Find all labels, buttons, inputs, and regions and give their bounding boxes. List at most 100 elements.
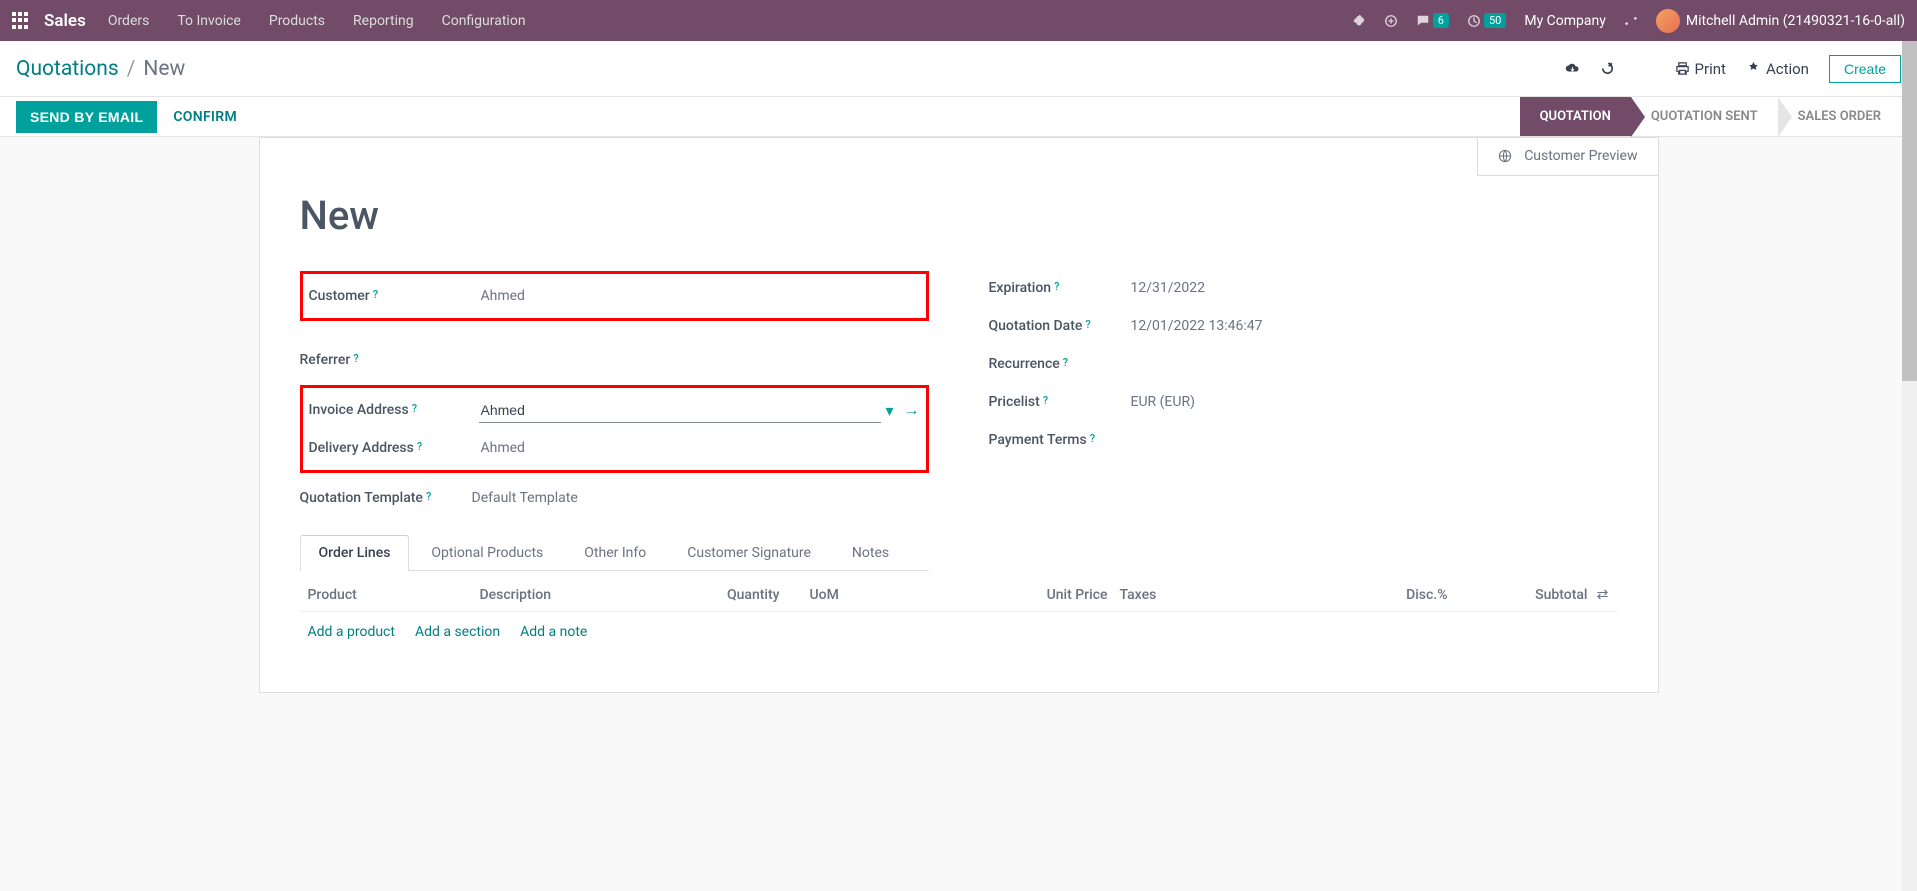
nav-to-invoice[interactable]: To Invoice bbox=[177, 13, 241, 29]
clock-icon[interactable]: 50 bbox=[1467, 13, 1506, 28]
breadcrumb-current: New bbox=[143, 57, 185, 81]
confirm-button[interactable]: CONFIRM bbox=[173, 109, 237, 125]
scrollbar[interactable] bbox=[1902, 41, 1917, 891]
help-icon[interactable]: ? bbox=[417, 440, 422, 453]
support-icon[interactable] bbox=[1384, 14, 1398, 28]
customer-preview-label: Customer Preview bbox=[1524, 148, 1637, 165]
action-button[interactable]: Action bbox=[1746, 60, 1809, 78]
template-label: Quotation Template bbox=[300, 490, 423, 506]
payment-terms-label: Payment Terms bbox=[989, 432, 1087, 448]
chat-icon[interactable]: 6 bbox=[1416, 13, 1449, 28]
quotation-date-field[interactable]: 12/01/2022 13:46:47 bbox=[1129, 314, 1618, 338]
help-icon[interactable]: ? bbox=[412, 402, 417, 415]
nav-reporting[interactable]: Reporting bbox=[353, 13, 414, 29]
quotation-date-label: Quotation Date bbox=[989, 318, 1083, 334]
form-grid: Customer? Ahmed Referrer? Invoice Addres… bbox=[300, 269, 1618, 571]
main-scroll: Customer Preview New Customer? Ahmed Ref… bbox=[0, 137, 1917, 891]
send-email-button[interactable]: SEND BY EMAIL bbox=[16, 101, 157, 133]
tab-order-lines[interactable]: Order Lines bbox=[300, 535, 410, 570]
clock-badge: 50 bbox=[1484, 13, 1506, 28]
print-button[interactable]: Print bbox=[1675, 60, 1726, 78]
breadcrumb-root[interactable]: Quotations bbox=[16, 57, 119, 81]
tab-optional-products[interactable]: Optional Products bbox=[412, 535, 562, 570]
chat-badge: 6 bbox=[1433, 13, 1449, 28]
apps-icon[interactable] bbox=[12, 12, 30, 30]
nav-menu: Orders To Invoice Products Reporting Con… bbox=[108, 13, 526, 29]
template-field[interactable]: Default Template bbox=[470, 486, 929, 510]
th-discount[interactable]: Disc.% bbox=[1208, 587, 1448, 603]
expiration-field[interactable]: 12/31/2022 bbox=[1129, 276, 1618, 300]
action-bar: SEND BY EMAIL CONFIRM QUOTATION QUOTATIO… bbox=[0, 97, 1917, 137]
help-icon[interactable]: ? bbox=[1063, 356, 1068, 369]
th-taxes[interactable]: Taxes bbox=[1108, 587, 1208, 603]
order-lines-table: Product Description Quantity UoM Unit Pr… bbox=[300, 579, 1618, 652]
tab-notes[interactable]: Notes bbox=[833, 535, 908, 570]
help-icon[interactable]: ? bbox=[426, 490, 431, 503]
status-quotation[interactable]: QUOTATION bbox=[1520, 97, 1631, 136]
help-icon[interactable]: ? bbox=[373, 288, 378, 301]
discard-icon[interactable] bbox=[1600, 61, 1615, 76]
customer-preview-button[interactable]: Customer Preview bbox=[1477, 138, 1657, 176]
form-left-col: Customer? Ahmed Referrer? Invoice Addres… bbox=[300, 269, 929, 571]
form-sheet: Customer Preview New Customer? Ahmed Ref… bbox=[259, 137, 1659, 693]
nav-configuration[interactable]: Configuration bbox=[442, 13, 526, 29]
tools-icon[interactable] bbox=[1624, 14, 1638, 28]
th-quantity[interactable]: Quantity bbox=[680, 587, 780, 603]
status-bar: QUOTATION QUOTATION SENT SALES ORDER bbox=[1520, 97, 1901, 136]
tab-customer-signature[interactable]: Customer Signature bbox=[668, 535, 830, 570]
add-note-link[interactable]: Add a note bbox=[520, 624, 587, 640]
th-description[interactable]: Description bbox=[480, 587, 680, 603]
company-switch[interactable]: My Company bbox=[1524, 13, 1606, 29]
tabs: Order Lines Optional Products Other Info… bbox=[300, 535, 929, 571]
customer-label: Customer bbox=[309, 288, 370, 304]
breadcrumb-sep: / bbox=[127, 57, 136, 81]
nav-orders[interactable]: Orders bbox=[108, 13, 150, 29]
pricelist-field[interactable]: EUR (EUR) bbox=[1129, 390, 1618, 414]
cloud-save-icon[interactable] bbox=[1565, 61, 1580, 76]
th-options-icon[interactable]: ⇄ bbox=[1588, 587, 1618, 603]
invoice-address-label: Invoice Address bbox=[309, 402, 409, 418]
table-header: Product Description Quantity UoM Unit Pr… bbox=[300, 579, 1618, 612]
external-link-icon[interactable]: → bbox=[904, 400, 920, 420]
help-icon[interactable]: ? bbox=[1054, 280, 1059, 293]
form-right-col: Expiration? 12/31/2022 Quotation Date? 1… bbox=[989, 269, 1618, 571]
delivery-address-field[interactable]: Ahmed bbox=[479, 436, 920, 460]
create-button[interactable]: Create bbox=[1829, 55, 1901, 83]
avatar bbox=[1656, 9, 1680, 33]
help-icon[interactable]: ? bbox=[1085, 318, 1090, 331]
add-section-link[interactable]: Add a section bbox=[415, 624, 500, 640]
chevron-down-icon[interactable]: ▾ bbox=[885, 401, 893, 420]
breadcrumb-bar: Quotations / New Print Action Create bbox=[0, 41, 1917, 97]
app-title[interactable]: Sales bbox=[44, 11, 86, 31]
nav-right: 6 50 My Company Mitchell Admin (21490321… bbox=[1352, 9, 1905, 33]
invoice-address-field[interactable] bbox=[479, 398, 882, 423]
highlight-customer: Customer? Ahmed bbox=[300, 271, 929, 321]
tab-other-info[interactable]: Other Info bbox=[565, 535, 665, 570]
table-actions: Add a product Add a section Add a note bbox=[300, 612, 1618, 652]
scrollbar-thumb[interactable] bbox=[1902, 41, 1917, 381]
help-icon[interactable]: ? bbox=[1043, 394, 1048, 407]
customer-field[interactable]: Ahmed bbox=[479, 284, 920, 308]
delivery-address-label: Delivery Address bbox=[309, 440, 414, 456]
help-icon[interactable]: ? bbox=[1090, 432, 1095, 445]
status-sent[interactable]: QUOTATION SENT bbox=[1631, 97, 1778, 136]
recurrence-field[interactable] bbox=[1129, 360, 1618, 368]
user-menu[interactable]: Mitchell Admin (21490321-16-0-all) bbox=[1656, 9, 1905, 33]
status-sales-order[interactable]: SALES ORDER bbox=[1778, 97, 1901, 136]
top-navbar: Sales Orders To Invoice Products Reporti… bbox=[0, 0, 1917, 41]
payment-terms-field[interactable] bbox=[1129, 436, 1618, 444]
th-subtotal[interactable]: Subtotal bbox=[1448, 587, 1588, 603]
add-product-link[interactable]: Add a product bbox=[308, 624, 395, 640]
help-icon[interactable]: ? bbox=[353, 352, 358, 365]
th-product[interactable]: Product bbox=[300, 587, 480, 603]
referrer-field[interactable] bbox=[470, 356, 929, 364]
referrer-label: Referrer bbox=[300, 352, 351, 368]
th-uom[interactable]: UoM bbox=[780, 587, 860, 603]
pricelist-label: Pricelist bbox=[989, 394, 1040, 410]
nav-products[interactable]: Products bbox=[269, 13, 325, 29]
expiration-label: Expiration bbox=[989, 280, 1052, 296]
user-name: Mitchell Admin (21490321-16-0-all) bbox=[1686, 13, 1905, 29]
bug-icon[interactable] bbox=[1352, 14, 1366, 28]
globe-icon bbox=[1498, 149, 1512, 163]
th-unit-price[interactable]: Unit Price bbox=[860, 587, 1108, 603]
